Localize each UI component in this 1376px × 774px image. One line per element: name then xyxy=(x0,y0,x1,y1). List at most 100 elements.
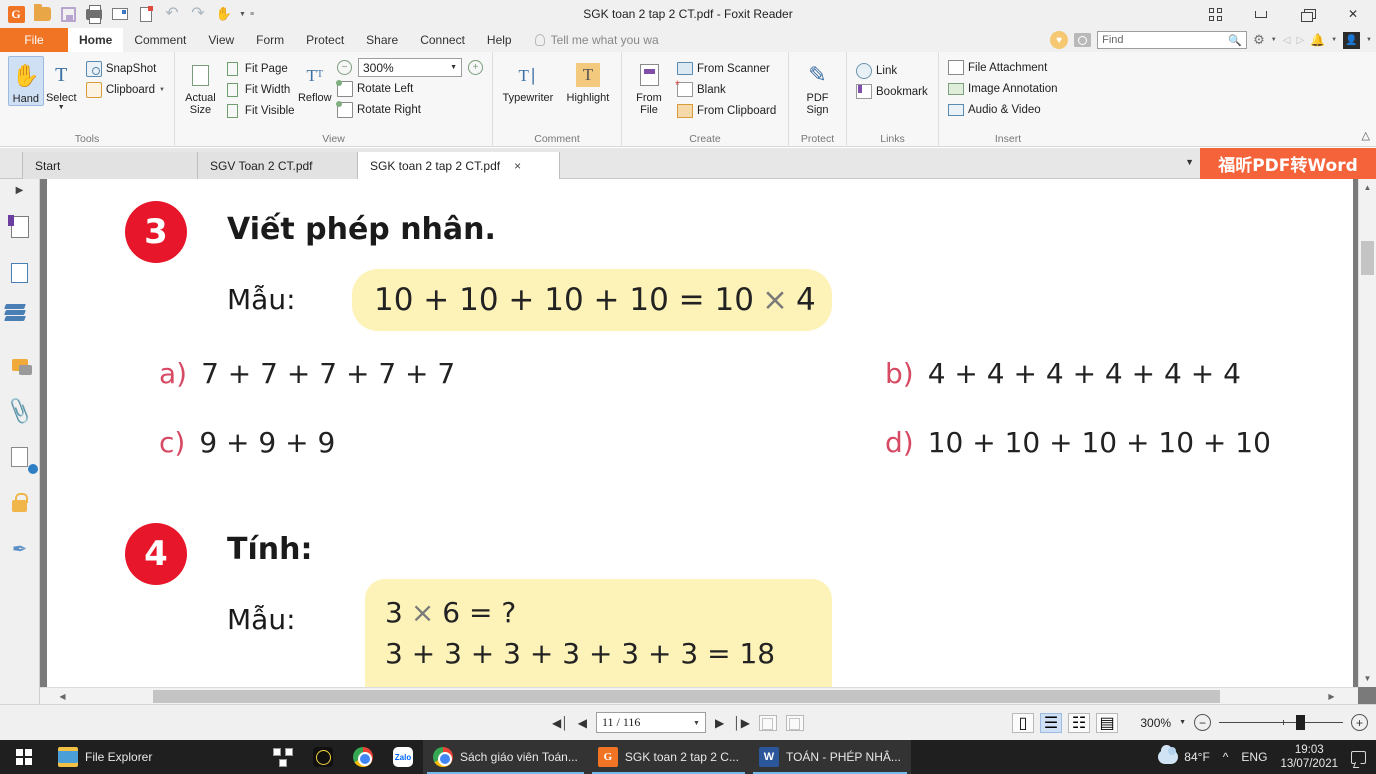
clock[interactable]: 19:03 13/07/2021 xyxy=(1280,743,1338,771)
taskbar-chrome-window[interactable]: Sách giáo viên Toán... xyxy=(423,740,588,774)
sidebar-item-bookmarks[interactable] xyxy=(5,212,35,242)
foxit-logo-icon[interactable] xyxy=(5,3,27,25)
page-number-input[interactable]: 11 / 116 ▼ xyxy=(595,712,706,733)
zoom-in-icon[interactable]: + xyxy=(468,60,483,75)
extract-page-icon[interactable] xyxy=(785,714,804,731)
notification-dropdown-icon[interactable]: ▼ xyxy=(1331,37,1337,43)
document-view[interactable]: 3 Viết phép nhân. Mẫu: 10 + 10 + 10 + 10… xyxy=(40,179,1376,704)
typewriter-button[interactable]: T∣ Typewriter xyxy=(499,56,557,105)
sidebar-item-attachments[interactable]: 📎 xyxy=(4,396,35,426)
first-page-button[interactable]: ◀│ xyxy=(552,716,569,730)
taskbar-file-explorer[interactable]: File Explorer xyxy=(48,740,263,774)
blank-button[interactable]: Blank xyxy=(674,78,779,100)
restore-down-button[interactable] xyxy=(1284,0,1330,28)
scroll-up-icon[interactable]: ▲ xyxy=(1359,179,1376,196)
tab-sgv-toan-2[interactable]: SGV Toan 2 CT.pdf xyxy=(197,152,362,179)
taskbar-unikey[interactable] xyxy=(263,740,303,774)
redo-icon[interactable]: ↷ xyxy=(187,3,209,25)
tab-sgk-toan-2-tap-2[interactable]: SGK toan 2 tap 2 CT.pdf × xyxy=(357,152,560,179)
quick-access-dropdown-icon[interactable]: ▼ xyxy=(239,11,246,18)
minimize-button[interactable] xyxy=(1238,0,1284,28)
highlight-button[interactable]: T Highlight xyxy=(561,56,615,104)
open-icon[interactable] xyxy=(31,3,53,25)
account-dropdown-icon[interactable]: ▼ xyxy=(1366,37,1372,43)
zoom-preset-dropdown-icon[interactable]: ▼ xyxy=(1179,719,1186,726)
continuous-facing-view-button[interactable]: ▤ xyxy=(1096,712,1118,733)
horizontal-scroll-thumb[interactable] xyxy=(153,690,1220,703)
reflow-button[interactable]: TT Reflow xyxy=(298,56,332,105)
weather-widget[interactable]: 84°F xyxy=(1158,745,1210,764)
taskbar-word[interactable]: W TOÁN - PHÉP NHÂ... xyxy=(748,740,911,774)
taskbar-zalo[interactable]: Zalo xyxy=(383,740,423,774)
clipboard-dropdown-icon[interactable]: ▼ xyxy=(159,87,165,93)
zoom-slider[interactable] xyxy=(1219,715,1343,730)
sidebar-item-security[interactable] xyxy=(5,488,35,518)
snapshot-button[interactable]: SnapShot xyxy=(83,58,168,79)
last-page-button[interactable]: │▶ xyxy=(733,716,750,730)
new-document-icon[interactable] xyxy=(135,3,157,25)
facing-view-button[interactable]: ☷ xyxy=(1068,712,1090,733)
sidebar-item-layers[interactable] xyxy=(3,304,35,334)
menu-view[interactable]: View xyxy=(197,28,245,52)
select-tool-button[interactable]: T Select ▼ xyxy=(44,56,79,112)
menu-share[interactable]: Share xyxy=(355,28,409,52)
menu-comment[interactable]: Comment xyxy=(123,28,197,52)
from-file-button[interactable]: From File xyxy=(628,56,670,116)
clipboard-button[interactable]: Clipboard ▼ xyxy=(83,79,168,100)
vertical-scrollbar[interactable]: ▲ ▼ xyxy=(1358,179,1376,687)
start-button[interactable] xyxy=(0,740,48,774)
save-icon[interactable] xyxy=(57,3,79,25)
find-next-icon[interactable]: ▷ xyxy=(1296,35,1304,46)
sidebar-item-comments[interactable] xyxy=(5,350,35,380)
find-previous-icon[interactable]: ◁ xyxy=(1283,35,1291,46)
find-input[interactable]: Find 🔍 xyxy=(1097,31,1248,49)
zoom-level-input[interactable]: 300% ▼ xyxy=(358,58,462,77)
fit-page-button[interactable]: Fit Page xyxy=(222,58,298,79)
rotate-right-button[interactable]: Rotate Right xyxy=(334,99,486,120)
next-page-button[interactable]: ▶ xyxy=(715,716,724,730)
menu-file[interactable]: File xyxy=(0,28,68,52)
chevron-down-icon[interactable]: ▼ xyxy=(1185,157,1194,167)
continuous-view-button[interactable]: ☰ xyxy=(1040,712,1062,733)
link-button[interactable]: Link xyxy=(853,60,931,81)
scroll-left-icon[interactable]: ◀ xyxy=(54,688,71,704)
previous-page-button[interactable]: ◀ xyxy=(578,716,587,730)
quick-access-customize-icon[interactable]: ≡ xyxy=(250,11,254,18)
zoom-dropdown-icon[interactable]: ▼ xyxy=(450,64,457,71)
hand-tool-icon[interactable]: ✋ xyxy=(213,3,235,25)
email-icon[interactable] xyxy=(109,3,131,25)
fit-visible-button[interactable]: Fit Visible xyxy=(222,100,298,121)
vertical-scroll-thumb[interactable] xyxy=(1361,241,1374,275)
from-scanner-button[interactable]: From Scanner xyxy=(674,58,779,79)
single-page-view-button[interactable]: ▯ xyxy=(1012,712,1034,733)
menu-connect[interactable]: Connect xyxy=(409,28,476,52)
insert-page-icon[interactable] xyxy=(758,714,777,731)
audio-video-button[interactable]: Audio & Video xyxy=(945,99,1061,120)
file-attachment-button[interactable]: File Attachment xyxy=(945,57,1061,78)
image-annotation-button[interactable]: Image Annotation xyxy=(945,78,1061,99)
language-indicator[interactable]: ENG xyxy=(1241,750,1267,764)
bookmark-button[interactable]: Bookmark xyxy=(853,81,931,102)
show-hidden-icons[interactable]: ^ xyxy=(1223,750,1229,764)
search-folder-icon[interactable] xyxy=(1074,33,1092,47)
taskbar-chrome[interactable] xyxy=(343,740,383,774)
tile-windows-icon[interactable] xyxy=(1192,0,1238,28)
expand-panel-icon[interactable]: ▶ xyxy=(16,185,24,196)
tell-me-search[interactable]: Tell me what you wa xyxy=(523,28,659,52)
actual-size-button[interactable]: Actual Size xyxy=(181,56,220,116)
taskbar-foxit-reader[interactable]: G SGK toan 2 tap 2 C... xyxy=(587,740,749,774)
hand-tool-button[interactable]: ✋ Hand xyxy=(8,56,44,106)
from-clipboard-button[interactable]: From Clipboard xyxy=(674,100,779,121)
heart-icon[interactable]: ♥ xyxy=(1050,31,1069,49)
print-icon[interactable] xyxy=(83,3,105,25)
sidebar-item-pages[interactable] xyxy=(5,258,35,288)
zoom-slider-thumb[interactable] xyxy=(1296,715,1305,730)
close-icon[interactable]: × xyxy=(514,159,521,173)
promo-banner[interactable]: 福昕PDF转Word xyxy=(1200,148,1376,179)
page-dropdown-icon[interactable]: ▼ xyxy=(693,719,700,727)
menu-home[interactable]: Home xyxy=(68,28,124,52)
tab-start[interactable]: Start xyxy=(22,152,202,179)
zoom-out-icon[interactable]: − xyxy=(337,60,352,75)
menu-help[interactable]: Help xyxy=(476,28,523,52)
menu-form[interactable]: Form xyxy=(245,28,295,52)
